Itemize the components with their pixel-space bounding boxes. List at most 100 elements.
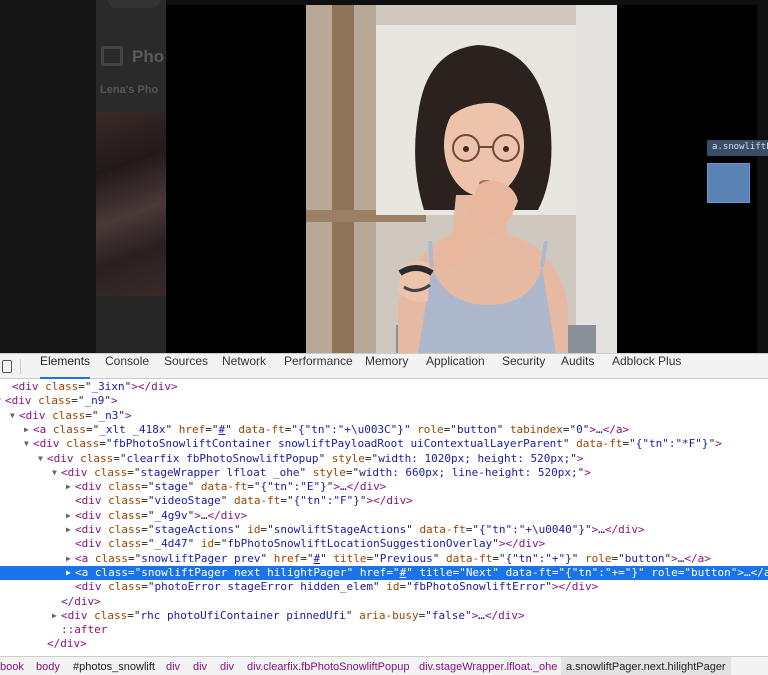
collapse-triangle-icon[interactable]: ▼ (10, 409, 15, 423)
tab-adblock-plus[interactable]: Adblock Plus (612, 354, 681, 379)
dom-token: =" (284, 422, 298, 436)
dom-token: class (80, 451, 114, 465)
dom-token: <div (61, 465, 95, 479)
dom-token: " (104, 394, 111, 408)
dom-node[interactable]: ▶ <div class="_4g9v">…</div> (0, 509, 768, 523)
dom-node[interactable]: ▶ <a class="snowliftPager prev" href="#" … (0, 552, 768, 566)
dom-token: _xlt _418x (99, 422, 166, 436)
tab-security[interactable]: Security (502, 354, 545, 379)
dom-node[interactable]: ▶ <a class="_xlt _418x" href="#" data-ft=… (0, 423, 768, 437)
dom-token: </a> (602, 422, 630, 436)
collapse-triangle-icon[interactable]: ▼ (0, 394, 1, 408)
dom-token: fbPhotoSnowliftContainer snowliftPayload… (112, 437, 563, 451)
breadcrumb-item[interactable]: a.snowliftPager.next.hilightPager (561, 657, 731, 675)
dom-node[interactable]: ▼ <div class="_n3"> (0, 409, 768, 423)
dom-token: … (478, 608, 485, 622)
breadcrumb-item[interactable]: div.clearfix.fbPhotoSnowliftPopup (247, 657, 409, 675)
tab-audits[interactable]: Audits (561, 354, 594, 379)
breadcrumb-item[interactable]: div.stageWrapper.lfloat._ohe (419, 657, 557, 675)
dom-token: _n3 (98, 408, 119, 422)
breadcrumb-item[interactable]: book (0, 657, 24, 675)
tab-network[interactable]: Network (222, 354, 266, 379)
dom-token: </div> (604, 523, 645, 536)
dom-node[interactable]: <div class="videoStage" data-ft="{"tn":"… (0, 494, 768, 508)
dom-node[interactable]: ▼ <div class="clearfix fbPhotoSnowliftPop… (0, 452, 768, 466)
dom-token: " (299, 465, 313, 479)
dom-token: =" (622, 437, 636, 451)
dom-token: " (571, 551, 586, 565)
dom-node-selected[interactable]: ▶ <a class="snowliftPager next hilightPag… (0, 565, 768, 581)
expand-triangle-icon[interactable]: ▶ (52, 609, 57, 623)
dom-token: class (45, 380, 79, 393)
collapse-triangle-icon[interactable]: ▼ (24, 437, 29, 451)
devtools-panel: Elements Console Sources Network Performance… (0, 353, 768, 675)
toolbar-divider (20, 359, 21, 374)
expand-triangle-icon[interactable]: ▶ (66, 480, 71, 494)
dom-token: … (598, 523, 605, 536)
dom-token: =" (127, 608, 141, 622)
dom-token: class (38, 394, 72, 408)
expand-triangle-icon[interactable]: ▶ (66, 523, 71, 537)
dom-token: =" (399, 580, 413, 594)
snowlift-photo[interactable] (306, 5, 617, 353)
tab-elements[interactable]: Elements (40, 354, 91, 379)
dom-token: <div (75, 494, 109, 508)
album-thumbnail[interactable] (96, 112, 166, 296)
dom-token: <div (75, 523, 109, 536)
dom-token: snowliftStageActions (273, 523, 407, 536)
tab-sources[interactable]: Sources (164, 354, 208, 379)
dom-token: width: 660px; line-height: 520px; (359, 465, 578, 479)
dom-token: <a (33, 422, 53, 436)
dom-node-markup: <div class="_n9"> (5, 394, 118, 408)
dom-node[interactable]: ::after (0, 623, 768, 637)
tab-application[interactable]: Application (426, 354, 485, 379)
breadcrumb-item[interactable]: div (220, 657, 234, 675)
dom-token: href (273, 551, 301, 565)
dom-token: =" (260, 523, 274, 536)
dom-node[interactable]: </div> (0, 595, 768, 609)
expand-triangle-icon[interactable]: ▶ (24, 423, 29, 437)
dom-token: " (165, 422, 179, 436)
tab-memory[interactable]: Memory (365, 354, 408, 379)
dom-token: _4d47 (154, 537, 188, 551)
tab-console[interactable]: Console (105, 354, 149, 379)
dom-token: " (492, 565, 506, 579)
dom-node[interactable]: ▼ <div class="stageWrapper lfloat _ohe" s… (0, 466, 768, 480)
device-toolbar-icon[interactable] (2, 360, 12, 373)
dom-token: {"tn":"E"} (260, 480, 327, 494)
dom-node[interactable]: <div class="_4d47" id="fbPhotoSnowliftLo… (0, 537, 768, 551)
dom-node[interactable]: <div class="_3ixn"></div> (0, 380, 768, 394)
dom-token: > (194, 508, 201, 522)
dom-node-markup: ::after (61, 623, 107, 637)
dom-node[interactable]: <div class="photoError stageError hidden… (0, 580, 768, 594)
dom-token: " (373, 580, 387, 594)
dom-token: " (492, 537, 499, 551)
dom-node[interactable]: ▶ <div class="stage" data-ft="{"tn":"E"}"… (0, 480, 768, 494)
dom-token: button (691, 565, 731, 579)
dom-token: " (233, 523, 248, 536)
dom-token: clearfix fbPhotoSnowliftPopup (126, 451, 319, 465)
breadcrumb-item[interactable]: div (193, 657, 207, 675)
devtools-tabbar: Elements Console Sources Network Performance… (0, 354, 768, 379)
dom-token: … (339, 480, 347, 494)
dom-token: class (52, 408, 86, 422)
dom-token: <a (75, 551, 95, 565)
breadcrumb-item[interactable]: #photos_snowlift (73, 657, 155, 675)
tab-performance[interactable]: Performance (284, 354, 353, 379)
expand-triangle-icon[interactable]: ▶ (66, 552, 71, 566)
dom-node[interactable]: ▼ <div class="_n9"> (0, 394, 768, 408)
elements-dom-tree: <div class="_3ixn"></div>▼<div class="_n… (0, 380, 768, 656)
expand-triangle-icon[interactable]: ▶ (66, 509, 71, 523)
breadcrumb-item[interactable]: div (166, 657, 180, 675)
dom-node[interactable]: ▶ <div class="stageActions" id="snowliftS… (0, 523, 768, 537)
dom-node[interactable]: ▼ <div class="fbPhotoSnowliftContainer sn… (0, 437, 768, 451)
dom-token: button (456, 422, 497, 436)
collapse-triangle-icon[interactable]: ▼ (52, 466, 57, 480)
dom-node[interactable]: ▶ <div class="rhc photoUfiContainer pinne… (0, 609, 768, 623)
collapse-triangle-icon[interactable]: ▼ (38, 452, 43, 466)
expand-triangle-icon[interactable]: ▶ (66, 566, 71, 580)
dom-token: </div> (207, 508, 248, 522)
dom-node[interactable]: </div> (0, 637, 768, 651)
dom-token: stageActions (154, 523, 234, 536)
breadcrumb-item[interactable]: body (36, 657, 60, 675)
